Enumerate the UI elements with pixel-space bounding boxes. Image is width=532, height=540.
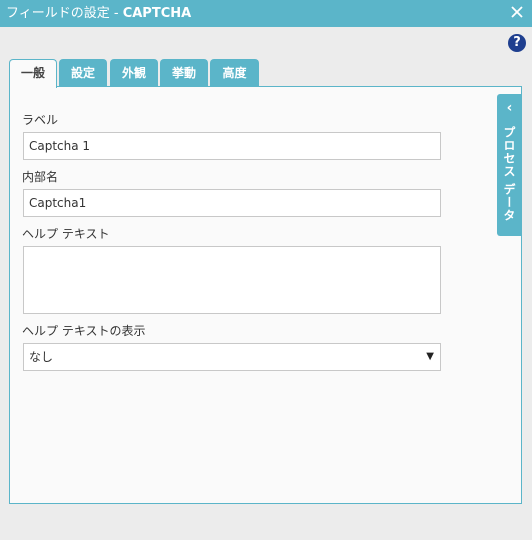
help-text-caption: ヘルプ テキスト [22, 227, 110, 241]
process-data-label: プロセス データ [502, 126, 516, 223]
help-display-value: なし [29, 350, 54, 364]
chevron-left-icon: ‹ [506, 100, 513, 116]
close-icon[interactable] [510, 5, 524, 19]
help-icon[interactable]: ? [508, 34, 526, 52]
tab-settings[interactable]: 設定 [59, 59, 107, 86]
help-text-field[interactable] [23, 246, 441, 314]
label-caption: ラベル [22, 113, 59, 127]
tab-advanced[interactable]: 高度 [210, 59, 259, 86]
chevron-down-icon: ▼ [426, 351, 434, 362]
help-display-caption: ヘルプ テキストの表示 [22, 324, 146, 338]
tab-general[interactable]: 一般 [9, 59, 57, 88]
help-display-select[interactable]: なし ▼ [23, 343, 441, 371]
internal-name-caption: 内部名 [22, 170, 59, 184]
label-field[interactable] [23, 132, 441, 160]
tab-appearance[interactable]: 外観 [110, 59, 158, 86]
dialog-titlebar: フィールドの設定 - CAPTCHA [0, 0, 532, 27]
internal-name-field[interactable] [23, 189, 441, 217]
process-data-side-tab[interactable]: ‹ プロセス データ [497, 94, 522, 236]
tab-behavior[interactable]: 挙動 [160, 59, 208, 86]
dialog-title: フィールドの設定 - CAPTCHA [6, 6, 192, 21]
